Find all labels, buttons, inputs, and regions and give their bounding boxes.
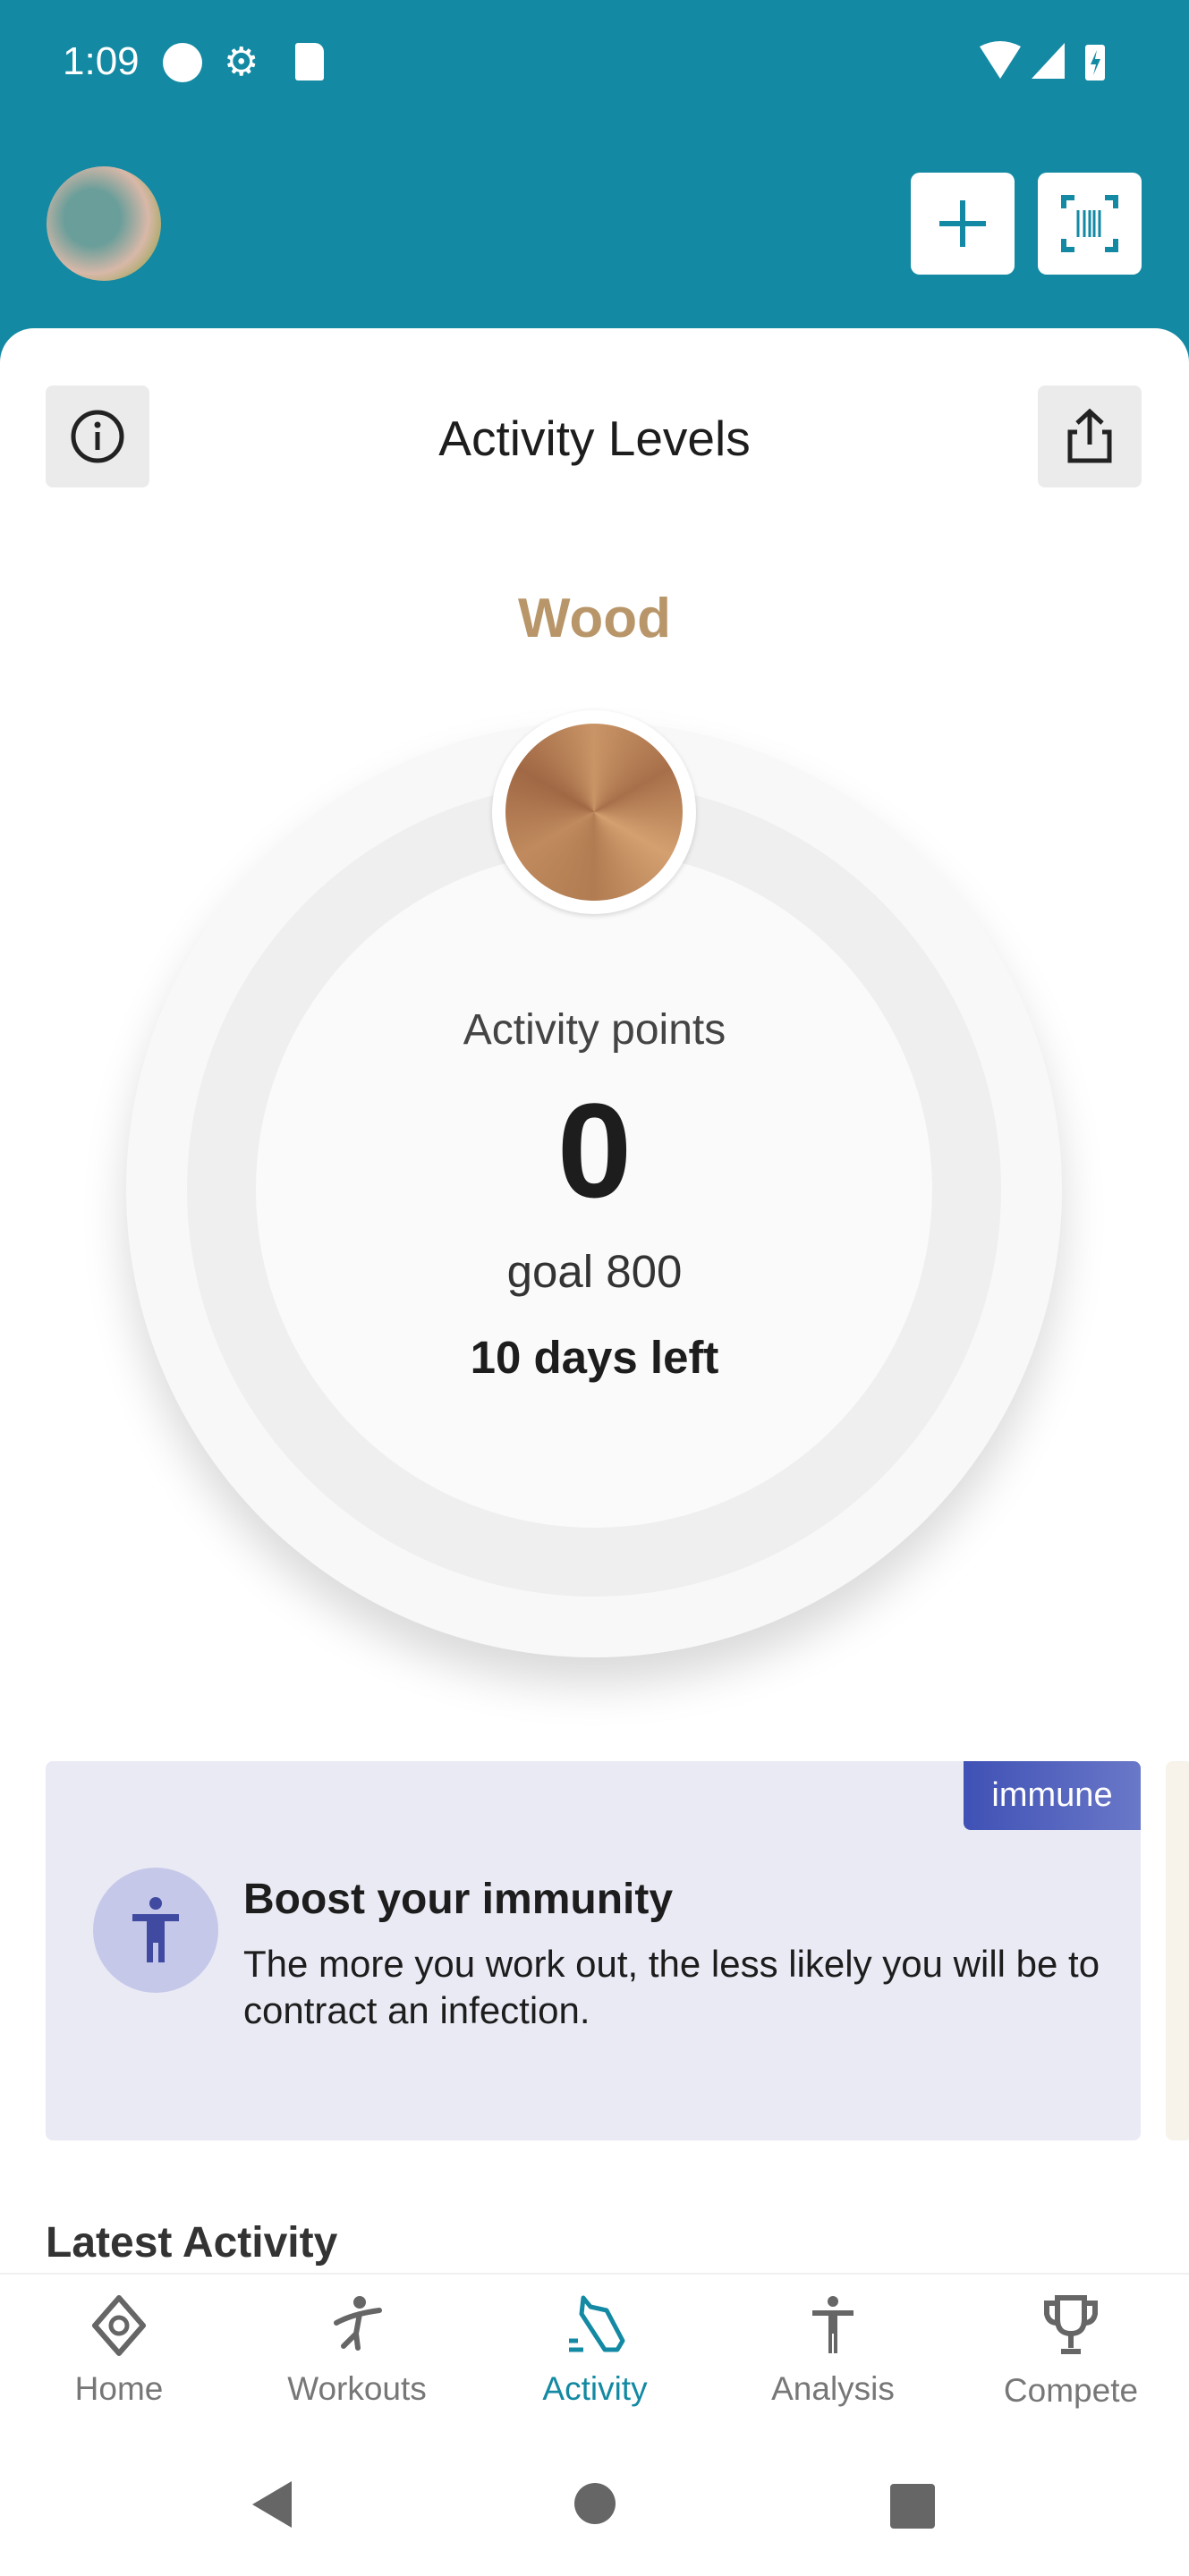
nav-compete-label: Compete	[1003, 2372, 1139, 2409]
nav-compete[interactable]: Compete	[952, 2294, 1189, 2410]
system-back-icon[interactable]	[251, 2481, 295, 2528]
share-button[interactable]	[1038, 386, 1142, 487]
level-medal	[492, 710, 696, 914]
nav-analysis-label: Analysis	[771, 2370, 895, 2407]
activity-shoe-icon	[569, 2295, 625, 2352]
immune-badge: immune	[964, 1761, 1141, 1830]
nav-workouts-label: Workouts	[287, 2370, 427, 2407]
notification-dot-icon	[163, 43, 202, 82]
points-label: Activity points	[463, 1006, 726, 1054]
add-button[interactable]	[911, 173, 1015, 275]
accessibility-person-icon	[132, 1897, 179, 1962]
wood-medal-icon	[505, 724, 683, 901]
nav-workouts[interactable]: Workouts	[238, 2294, 476, 2408]
nav-activity[interactable]: Activity	[476, 2294, 714, 2408]
workout-runner-icon	[334, 2296, 382, 2351]
level-name: Wood	[517, 588, 671, 649]
card-title: Boost your immunity	[243, 1876, 674, 1923]
points-goal: goal 800	[506, 1246, 683, 1297]
wifi-signal-battery-icons	[980, 41, 1105, 80]
sd-card-icon	[295, 43, 324, 80]
points-value: 0	[556, 1075, 633, 1225]
analysis-person-icon	[812, 2296, 854, 2353]
nav-analysis[interactable]: Analysis	[714, 2294, 952, 2408]
card-description: The more you work out, the less likely y…	[243, 1943, 1100, 2031]
next-card-peek[interactable]	[1166, 1761, 1189, 2140]
barcode-scan-icon	[1061, 195, 1118, 252]
status-time: 1:09	[63, 39, 140, 83]
nav-activity-label: Activity	[542, 2370, 648, 2407]
settings-gear-icon: ⚙	[224, 40, 259, 84]
scan-barcode-button[interactable]	[1038, 173, 1142, 275]
home-diamond-icon	[92, 2295, 146, 2356]
days-left: 10 days left	[470, 1332, 719, 1383]
page-title: Activity Levels	[438, 411, 751, 466]
share-icon	[1067, 408, 1112, 463]
latest-activity-heading: Latest Activity	[46, 2219, 338, 2267]
accessibility-icon-circle	[93, 1868, 218, 1993]
nav-home[interactable]: Home	[0, 2294, 238, 2408]
system-recents-icon[interactable]	[890, 2484, 935, 2529]
nav-home-label: Home	[74, 2370, 164, 2407]
plus-icon	[939, 200, 986, 247]
trophy-icon	[1044, 2295, 1098, 2354]
system-home-icon[interactable]	[574, 2483, 616, 2524]
user-avatar[interactable]	[47, 166, 161, 281]
